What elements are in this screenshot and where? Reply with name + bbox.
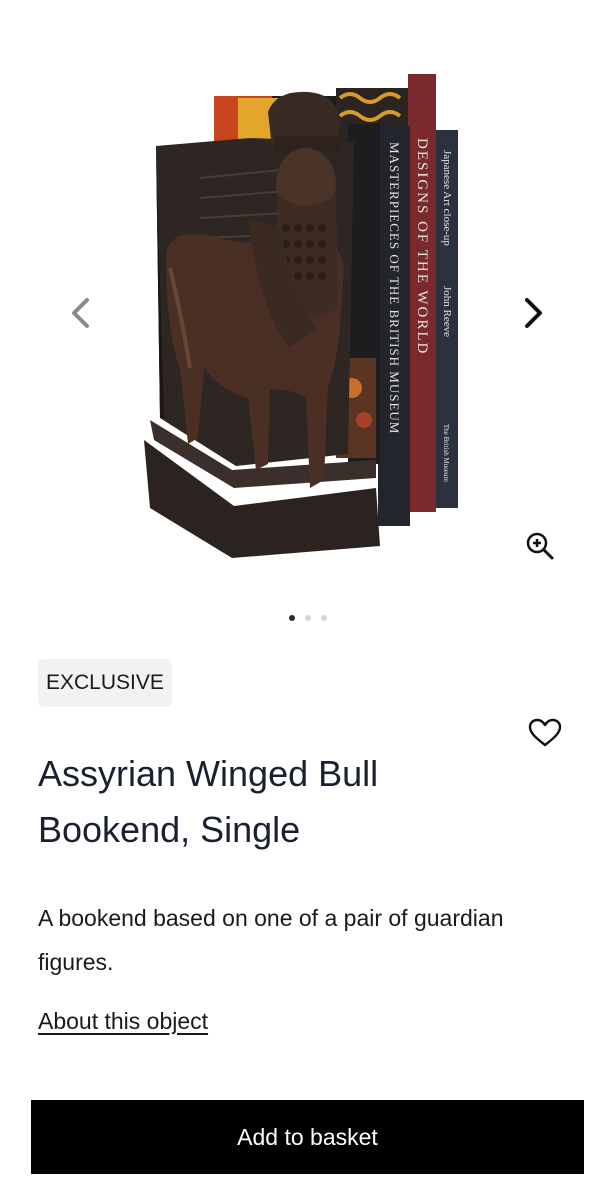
wishlist-button[interactable]: [524, 712, 566, 754]
product-title-line-1: Assyrian Winged Bull: [38, 753, 379, 794]
add-to-basket-button[interactable]: Add to basket: [31, 1100, 584, 1174]
carousel-dot[interactable]: [320, 615, 327, 621]
exclusive-badge: EXCLUSIVE: [38, 659, 172, 707]
about-object-link[interactable]: About this object: [38, 1008, 208, 1035]
carousel-dot[interactable]: [288, 615, 295, 621]
previous-image-button[interactable]: [58, 291, 102, 335]
zoom-in-icon: [526, 532, 554, 560]
zoom-button[interactable]: [518, 524, 562, 568]
badge-label: EXCLUSIVE: [46, 671, 164, 694]
next-image-button[interactable]: [512, 291, 556, 335]
heart-outline-icon: [528, 718, 562, 747]
product-title: Assyrian Winged Bull Bookend, Single: [38, 746, 508, 858]
product-gallery: MASTERPIECES OF THE BRITISH MUSEUM DESIG…: [0, 0, 615, 640]
carousel-indicators: [0, 612, 615, 624]
carousel-dot[interactable]: [304, 615, 311, 621]
book-spine-1: MASTERPIECES OF THE BRITISH MUSEUM: [387, 142, 402, 434]
book-spine-2: DESIGNS OF THE WORLD: [414, 138, 430, 355]
product-description: A bookend based on one of a pair of guar…: [38, 905, 504, 975]
book-spine-3-author: John Reeve: [441, 286, 453, 337]
chevron-left-icon: [72, 298, 89, 328]
chevron-right-icon: [525, 298, 542, 328]
book-spine-3-title: Japanese Art close-up: [441, 150, 453, 246]
product-title-line-2: Bookend, Single: [38, 809, 301, 850]
book-spine-3-publisher: The British Museum: [442, 424, 450, 482]
product-image[interactable]: MASTERPIECES OF THE BRITISH MUSEUM DESIG…: [140, 68, 470, 568]
